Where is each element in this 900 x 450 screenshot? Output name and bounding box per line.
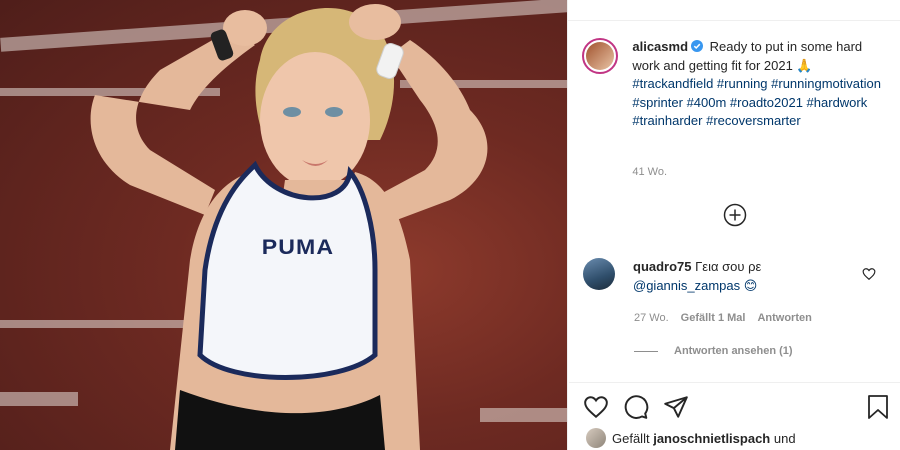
load-more-button[interactable] — [723, 203, 747, 227]
comment-button[interactable] — [623, 394, 649, 420]
avatar[interactable] — [586, 428, 606, 448]
share-button[interactable] — [663, 394, 689, 420]
post-photo[interactable]: PUMA — [0, 0, 568, 450]
verified-icon — [691, 40, 704, 52]
save-button[interactable] — [866, 394, 890, 420]
comment: quadro75 Γεια σου ρε @giannis_zampas 😊 — [583, 258, 893, 295]
view-replies-button[interactable]: Antworten ansehen (1) — [634, 345, 793, 357]
comment-username[interactable]: quadro75 — [633, 259, 692, 274]
view-replies-label: Antworten ansehen (1) — [674, 345, 793, 357]
likes-summary: Gefällt janoschnietlispach und — [586, 428, 796, 448]
instagram-post: PUMA alicasmd Ready to put in some hard … — [0, 0, 900, 450]
heart-icon — [584, 396, 608, 419]
avatar[interactable] — [582, 38, 619, 74]
caption-time[interactable]: 41 Wo. — [632, 166, 667, 178]
comment-text: Γεια σου ρε — [695, 259, 762, 274]
heart-icon — [862, 268, 876, 281]
save-icon — [868, 395, 888, 419]
like-button[interactable] — [583, 394, 609, 420]
comment-time[interactable]: 27 Wo. — [634, 312, 669, 324]
likes-user[interactable]: janoschnietlispach — [653, 431, 770, 446]
action-bar — [583, 394, 689, 420]
comment-icon — [624, 395, 649, 419]
comment-likes[interactable]: Gefällt 1 Mal — [681, 312, 746, 324]
caption-username[interactable]: alicasmd — [632, 39, 688, 54]
avatar[interactable] — [583, 258, 615, 290]
athlete-figure — [90, 4, 488, 450]
post-caption: alicasmd Ready to put in some hard work … — [582, 38, 892, 131]
comment-body: quadro75 Γεια σου ρε @giannis_zampas 😊 — [633, 258, 863, 295]
shirt-logo: PUMA — [261, 236, 335, 259]
comment-meta: 27 Wo. Gefällt 1 Mal Antworten — [634, 312, 812, 324]
comment-reply-button[interactable]: Antworten — [757, 312, 811, 324]
replies-dash — [634, 350, 658, 352]
share-icon — [664, 396, 688, 418]
caption-hashtags[interactable]: #trackandfield #running #runningmotivati… — [632, 76, 881, 128]
comment-like-button[interactable] — [862, 267, 876, 281]
load-more-icon — [723, 203, 747, 227]
header-divider — [568, 0, 900, 21]
comment-mention[interactable]: @giannis_zampas 😊 — [633, 278, 757, 293]
caption-text: alicasmd Ready to put in some hard work … — [632, 38, 892, 131]
likes-prefix: Gefällt — [612, 430, 650, 446]
actions-divider — [569, 382, 900, 383]
likes-suffix: und — [773, 430, 796, 446]
